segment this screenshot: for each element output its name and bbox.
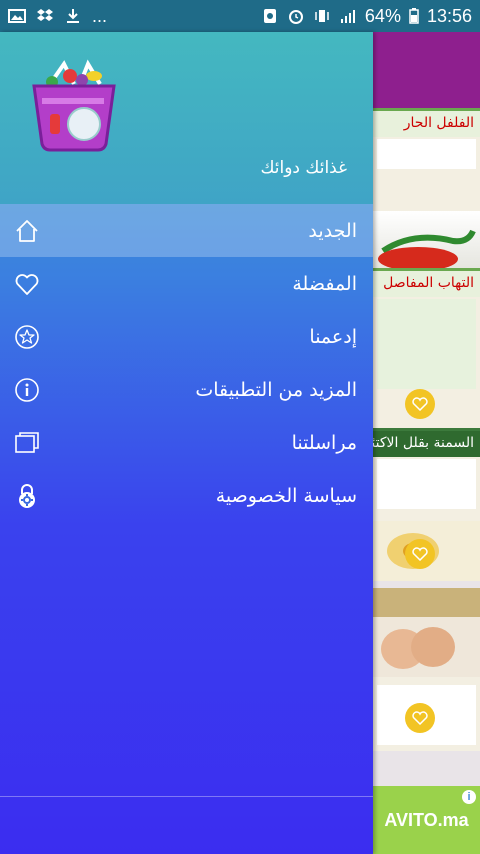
menu-item-label: سياسة الخصوصية [215,484,357,507]
screenshot-icon [263,9,276,23]
info-icon [15,378,39,402]
drawer-divider [0,796,373,797]
lock-gear-icon [19,484,35,508]
background-feed: الفلفل الحار التهاب المفاصل السمنة بقلل … [373,32,480,854]
menu-item-support[interactable]: إدعمنا [0,310,373,363]
menu-item-contact[interactable]: مراسلتنا [0,416,373,469]
card-title: التهاب المفاصل [373,271,480,297]
drawer-header: غذائك دوائك [0,32,373,204]
menu-item-more-apps[interactable]: المزيد من التطبيقات [0,363,373,416]
ad-info-icon[interactable]: i [462,790,476,804]
download-icon [67,9,79,23]
system-icons: 64% 13:56 [261,6,480,27]
app-name: غذائك دوائك [260,158,347,178]
dropbox-icon [37,9,53,21]
notification-icons: ... [0,6,107,27]
favorite-heart-icon[interactable] [405,389,435,419]
clock: 13:56 [426,5,472,26]
feed-card[interactable]: الفلفل الحار [373,108,480,341]
star-badge-icon [15,325,39,349]
menu-item-label: المفضلة [292,272,357,295]
battery-icon [409,8,419,24]
card-title [373,591,480,617]
eggs-image [381,627,455,669]
favorite-heart-icon[interactable] [405,703,435,733]
feed-card[interactable]: السمنة بقلل الاكتئاب [373,428,480,581]
app-bar [373,32,480,108]
card-title: السمنة بقلل الاكتئاب [373,431,480,457]
folders-icon [15,432,39,453]
status-bar: ... 64% 13:56 [0,0,480,32]
battery-percent: 64% [364,5,401,26]
menu-item-privacy[interactable]: سياسة الخصوصية [0,469,373,522]
favorite-heart-icon[interactable] [405,539,435,569]
more-notifications: ... [92,5,108,26]
menu-item-new[interactable]: الجديد [0,204,373,257]
card-title: الفلفل الحار [373,111,480,137]
menu-item-label: الجديد [308,219,357,242]
signal-icon [340,10,355,23]
feed-card[interactable]: التهاب المفاصل [373,268,480,431]
menu-item-favorites[interactable]: المفضلة [0,257,373,310]
gallery-icon [8,9,26,23]
ad-banner[interactable]: i AVITO.ma [373,786,480,854]
menu-item-label: المزيد من التطبيقات [195,378,357,401]
alarm-icon [288,10,303,24]
heart-icon [15,274,39,295]
menu-item-label: إدعمنا [309,325,357,348]
vibrate-icon [315,10,329,22]
shopping-basket-logo [32,59,116,152]
menu-item-label: مراسلتنا [291,431,357,454]
home-icon [16,220,38,242]
ad-label: AVITO.ma [384,809,469,830]
drawer-menu: الجديد المفضلة إدعمنا المزيد من التطبيقا… [0,204,373,522]
navigation-drawer: غذائك دوائك الجديد المفضلة إدعمنا المزيد… [0,32,373,854]
feed-card[interactable] [373,588,480,751]
